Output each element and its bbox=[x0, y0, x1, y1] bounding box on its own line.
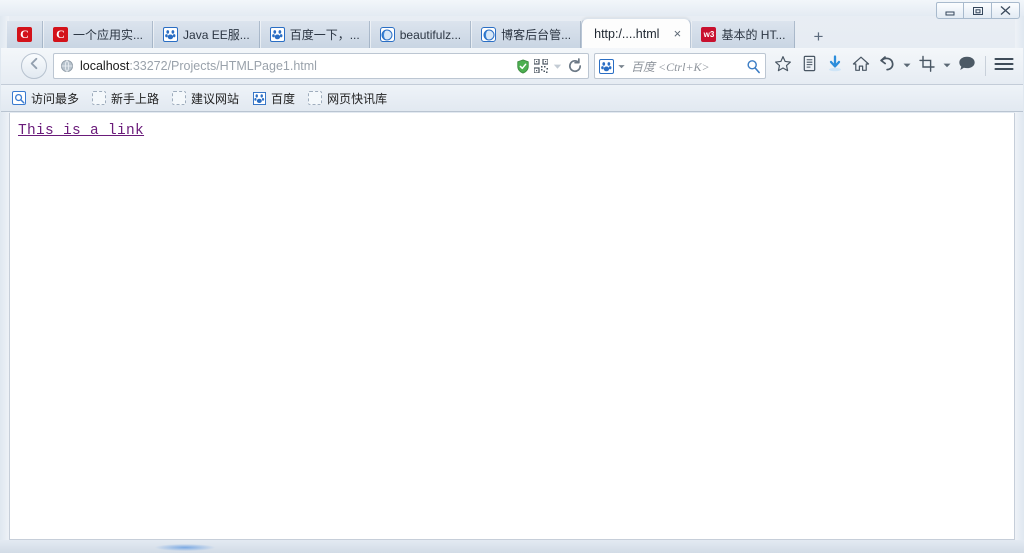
c-icon: C bbox=[53, 27, 68, 42]
bookmark-star-icon bbox=[774, 55, 792, 78]
bookmark-baidu[interactable]: 百度 bbox=[247, 88, 300, 109]
c-icon: C bbox=[17, 27, 32, 42]
address-bar[interactable]: localhost:33272/Projects/HTMLPage1.html bbox=[53, 53, 589, 79]
undo-dropdown-button[interactable] bbox=[900, 52, 914, 80]
tab-4[interactable]: beautifulz... bbox=[369, 21, 472, 48]
maximize-button[interactable] bbox=[964, 2, 992, 19]
address-bar-actions bbox=[516, 58, 586, 74]
blue-globe-icon bbox=[481, 27, 497, 42]
plus-icon: + bbox=[813, 26, 824, 46]
close-icon bbox=[999, 5, 1012, 16]
bookmarks-bar: 访问最多 新手上路 建议网站 百度 网页快讯库 bbox=[1, 85, 1023, 112]
downloads-icon bbox=[826, 54, 844, 78]
feedback-button[interactable] bbox=[954, 52, 980, 80]
undo-button[interactable] bbox=[874, 52, 900, 80]
blank-page-icon bbox=[172, 91, 187, 105]
menu-button[interactable] bbox=[991, 52, 1017, 80]
navigation-toolbar: localhost:33272/Projects/HTMLPage1.html bbox=[1, 48, 1023, 85]
search-icon[interactable] bbox=[746, 59, 761, 74]
w3-icon: w3 bbox=[701, 27, 717, 42]
chevron-down-icon bbox=[942, 57, 952, 75]
undo-icon bbox=[878, 55, 896, 78]
restore-icon bbox=[972, 6, 984, 16]
screenshot-button[interactable] bbox=[914, 52, 940, 80]
baidu-paw-icon bbox=[163, 27, 179, 42]
blank-page-icon bbox=[308, 91, 323, 105]
search-bar[interactable]: 百度 <Ctrl+K> bbox=[594, 53, 766, 79]
tab-label: 基本的 HT... bbox=[721, 28, 786, 42]
baidu-paw-icon bbox=[269, 27, 285, 42]
search-engine-selector[interactable] bbox=[599, 58, 626, 74]
bookmark-label: 访问最多 bbox=[31, 91, 80, 106]
minimize-button[interactable] bbox=[936, 2, 964, 19]
close-icon[interactable]: × bbox=[670, 27, 684, 41]
reading-list-button[interactable] bbox=[796, 52, 822, 80]
home-icon bbox=[852, 55, 870, 78]
tab-label: 博客后台管... bbox=[501, 28, 572, 42]
tab-active[interactable]: http:/....html × bbox=[581, 18, 692, 48]
minimize-icon bbox=[944, 6, 956, 16]
chevron-down-icon bbox=[617, 62, 626, 71]
globe-icon bbox=[59, 58, 75, 74]
blue-globe-icon bbox=[379, 27, 395, 42]
tab-2[interactable]: Java EE服... bbox=[153, 21, 260, 48]
shield-icon[interactable] bbox=[516, 58, 530, 74]
bookmark-label: 新手上路 bbox=[111, 91, 160, 106]
tab-5[interactable]: 博客后台管... bbox=[471, 21, 582, 48]
close-button[interactable] bbox=[992, 2, 1020, 19]
screenshot-icon bbox=[918, 55, 936, 78]
window-controls bbox=[936, 2, 1020, 19]
bookmark-label: 百度 bbox=[271, 91, 296, 106]
taskbar-glow bbox=[155, 544, 215, 551]
page-content: This is a link bbox=[9, 113, 1015, 540]
search-placeholder: 百度 <Ctrl+K> bbox=[631, 59, 710, 74]
chevron-down-icon[interactable] bbox=[552, 61, 563, 72]
window-titlebar bbox=[0, 0, 1024, 16]
back-arrow-icon bbox=[27, 56, 42, 76]
bookmark-label: 建议网站 bbox=[191, 91, 240, 106]
window-bottom-edge bbox=[0, 540, 1024, 553]
downloads-button[interactable] bbox=[822, 52, 848, 80]
most-visited-icon bbox=[12, 91, 26, 105]
tab-label: beautifulz... bbox=[399, 27, 462, 42]
browser-window: C C 一个应用实... Java EE服... 百度一下，... beauti… bbox=[0, 0, 1024, 553]
home-button[interactable] bbox=[848, 52, 874, 80]
toolbar-buttons bbox=[770, 52, 1017, 80]
tab-3[interactable]: 百度一下，... bbox=[259, 21, 370, 48]
tab-label: 百度一下，... bbox=[289, 28, 360, 42]
screenshot-dropdown-button[interactable] bbox=[940, 52, 954, 80]
bookmark-most-visited[interactable]: 访问最多 bbox=[7, 88, 84, 109]
tab-strip: C C 一个应用实... Java EE服... 百度一下，... beauti… bbox=[0, 16, 1024, 48]
bookmark-label: 网页快讯库 bbox=[327, 91, 388, 106]
menu-icon bbox=[994, 56, 1014, 77]
tab-label: Java EE服... bbox=[183, 28, 250, 42]
chevron-down-icon bbox=[902, 57, 912, 75]
tab-label: 一个应用实... bbox=[73, 28, 144, 42]
tab-7[interactable]: w3 基本的 HT... bbox=[691, 21, 796, 48]
reload-icon[interactable] bbox=[567, 58, 583, 74]
tab-1[interactable]: C 一个应用实... bbox=[43, 21, 154, 48]
tab-pinned-0[interactable]: C bbox=[6, 21, 43, 48]
blank-page-icon bbox=[92, 91, 107, 105]
baidu-paw-icon bbox=[599, 58, 614, 74]
page-link[interactable]: This is a link bbox=[18, 123, 144, 139]
toolbar-divider bbox=[985, 56, 986, 76]
new-tab-button[interactable]: + bbox=[805, 24, 831, 48]
reading-list-icon bbox=[801, 55, 818, 77]
bookmark-news-feed[interactable]: 网页快讯库 bbox=[303, 88, 392, 109]
url-host: localhost bbox=[80, 59, 130, 73]
bookmark-suggested-sites[interactable]: 建议网站 bbox=[167, 88, 244, 109]
address-bar-text: localhost:33272/Projects/HTMLPage1.html bbox=[80, 59, 516, 73]
bookmark-star-button[interactable] bbox=[770, 52, 796, 80]
back-button[interactable] bbox=[21, 53, 47, 79]
url-path: :33272/Projects/HTMLPage1.html bbox=[129, 59, 317, 73]
bookmark-getting-started[interactable]: 新手上路 bbox=[87, 88, 164, 109]
feedback-icon bbox=[958, 55, 976, 77]
baidu-paw-icon bbox=[252, 91, 266, 105]
tab-label: http:/....html bbox=[594, 26, 660, 41]
qrcode-icon[interactable] bbox=[534, 59, 548, 73]
